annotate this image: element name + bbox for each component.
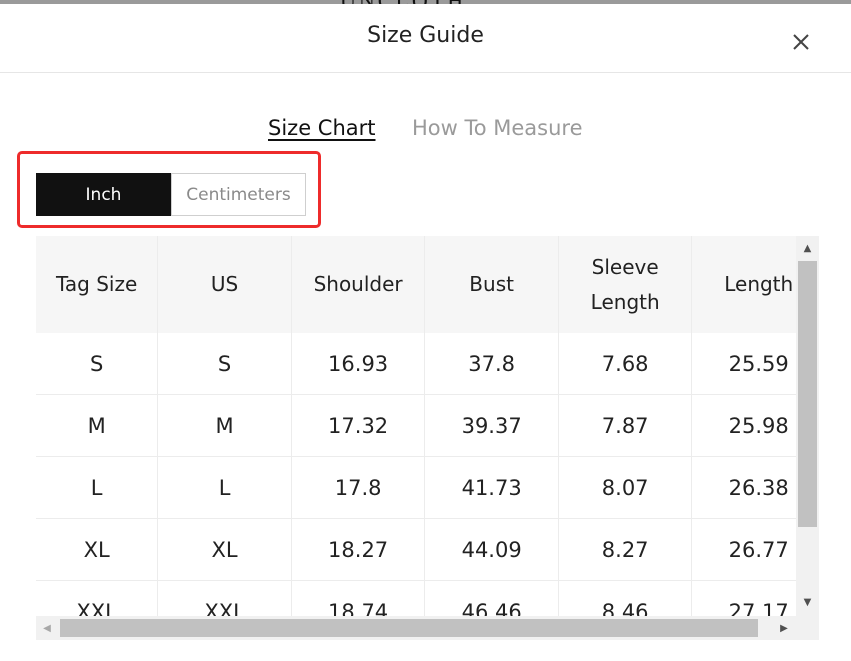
table-cell: XXL [157, 580, 292, 616]
table-cell: 7.87 [558, 394, 693, 457]
table-cell: XL [157, 518, 292, 581]
tab-size-chart[interactable]: Size Chart [268, 116, 376, 140]
modal-title: Size Guide [367, 23, 484, 48]
close-icon [793, 34, 809, 50]
table-row: M M 17.32 39.37 7.87 25.98 [36, 394, 796, 457]
table-cell: M [157, 394, 292, 457]
table-cell: L [36, 456, 159, 519]
close-button[interactable] [789, 30, 813, 54]
column-header-bust: Bust [424, 236, 559, 333]
table-cell: 44.09 [424, 518, 559, 581]
table-cell: 8.27 [558, 518, 693, 581]
arrow-left-icon[interactable]: ◀ [36, 616, 58, 640]
table-cell: 8.46 [558, 580, 693, 616]
size-table: Tag Size US Shoulder Bust Sleeve Length … [36, 236, 796, 616]
unit-centimeters-button[interactable]: Centimeters [171, 173, 306, 216]
table-cell: XXL [36, 580, 159, 616]
column-header-sleeve-length: Sleeve Length [558, 236, 693, 333]
vertical-scroll-thumb[interactable] [798, 261, 817, 527]
arrow-right-icon[interactable]: ▶ [773, 616, 795, 640]
table-cell: 17.8 [291, 456, 426, 519]
unit-toggle: Inch Centimeters [36, 173, 306, 216]
table-cell: 46.46 [424, 580, 559, 616]
column-header-length: Length [691, 236, 796, 333]
table-cell: 26.38 [691, 456, 796, 519]
table-cell: 16.93 [291, 333, 426, 395]
column-header-us: US [157, 236, 292, 333]
unit-inch-button[interactable]: Inch [36, 173, 171, 216]
column-header-shoulder: Shoulder [291, 236, 426, 333]
table-cell: 25.98 [691, 394, 796, 457]
table-cell: L [157, 456, 292, 519]
table-cell: 26.77 [691, 518, 796, 581]
table-cell: 27.17 [691, 580, 796, 616]
table-cell: 8.07 [558, 456, 693, 519]
table-cell: 17.32 [291, 394, 426, 457]
table-header-row: Tag Size US Shoulder Bust Sleeve Length … [36, 236, 796, 333]
vertical-scrollbar[interactable]: ▲ ▼ [796, 236, 819, 616]
horizontal-scrollbar[interactable]: ◀ ▶ [36, 616, 819, 640]
table-row: S S 16.93 37.8 7.68 25.59 [36, 333, 796, 395]
table-cell: XL [36, 518, 159, 581]
arrow-down-icon[interactable]: ▼ [796, 592, 819, 612]
horizontal-scroll-thumb[interactable] [60, 619, 758, 637]
table-cell: M [36, 394, 159, 457]
table-cell: S [157, 333, 292, 395]
size-guide-tabs: Size Chart How To Measure [0, 116, 851, 148]
table-row: XL XL 18.27 44.09 8.27 26.77 [36, 518, 796, 581]
table-cell: S [36, 333, 159, 395]
table-cell: 25.59 [691, 333, 796, 395]
table-row: L L 17.8 41.73 8.07 26.38 [36, 456, 796, 519]
size-table-viewport[interactable]: Tag Size US Shoulder Bust Sleeve Length … [36, 236, 796, 616]
table-cell: 37.8 [424, 333, 559, 395]
arrow-up-icon[interactable]: ▲ [796, 238, 819, 258]
table-cell: 18.27 [291, 518, 426, 581]
table-row: XXL XXL 18.74 46.46 8.46 27.17 [36, 580, 796, 616]
modal-header: Size Guide [0, 4, 851, 73]
table-cell: 18.74 [291, 580, 426, 616]
table-cell: 39.37 [424, 394, 559, 457]
table-cell: 7.68 [558, 333, 693, 395]
column-header-tag-size: Tag Size [36, 236, 159, 333]
table-cell: 41.73 [424, 456, 559, 519]
tab-how-to-measure[interactable]: How To Measure [412, 116, 583, 140]
